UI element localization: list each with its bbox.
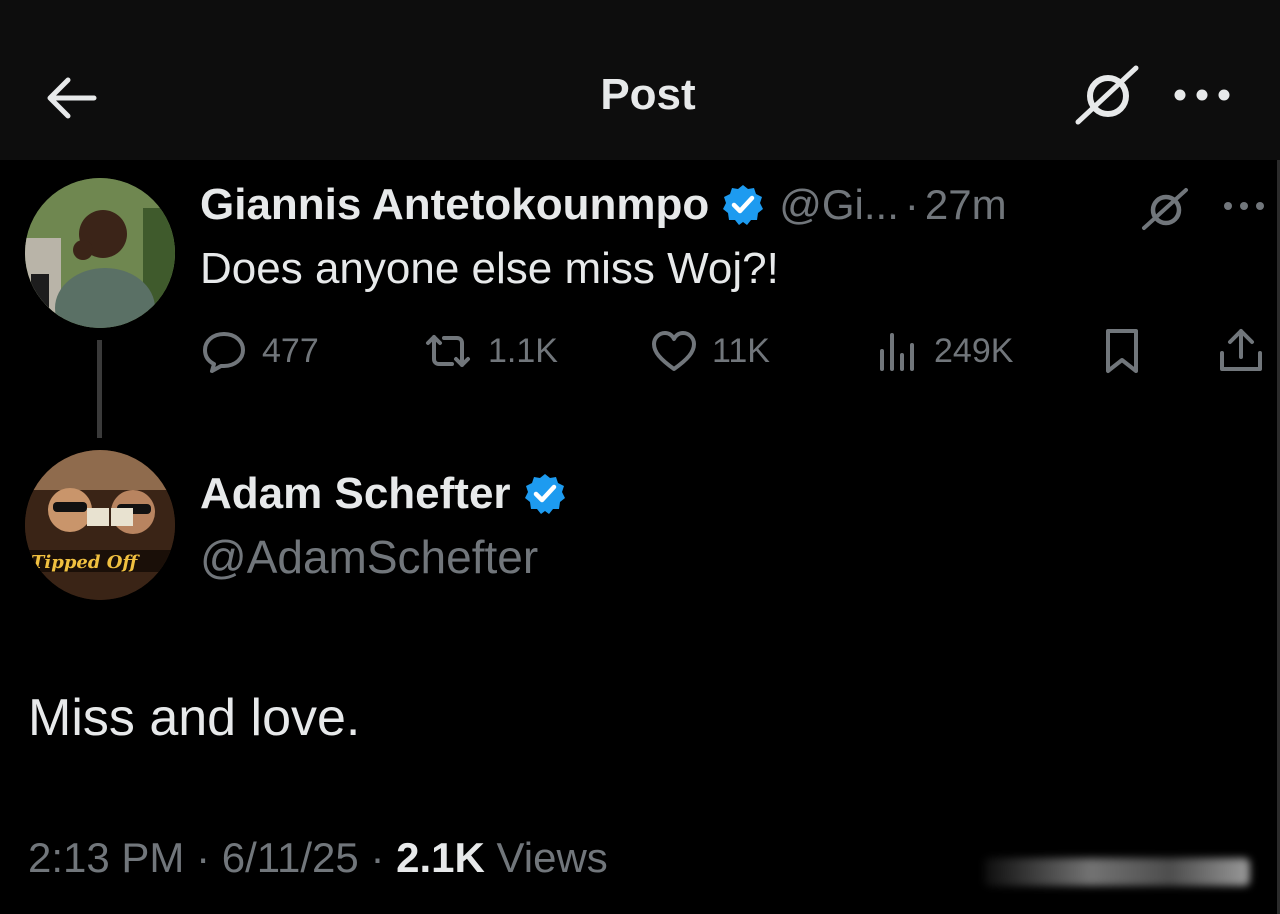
post-text: Miss and love. xyxy=(28,689,361,747)
grok-icon xyxy=(1142,188,1188,230)
handle[interactable]: @AdamSchefter xyxy=(200,530,538,584)
more-options-button[interactable] xyxy=(1170,80,1234,110)
repost-button[interactable]: 1.1K xyxy=(422,326,558,376)
display-name[interactable]: Giannis Antetokounmpo xyxy=(200,180,709,230)
views-label: Views xyxy=(496,834,608,881)
reply-icon xyxy=(203,332,245,373)
parent-post-header: Giannis Antetokounmpo @Gi... · 27m xyxy=(200,178,1007,232)
post-metadata: 2:13 PM · 6/11/25 · 2.1K Views xyxy=(28,834,608,882)
share-icon xyxy=(1220,329,1262,371)
share-button[interactable] xyxy=(1218,326,1264,376)
post-more-button[interactable] xyxy=(1220,195,1268,217)
views-count: 249K xyxy=(934,331,1014,370)
like-count: 11K xyxy=(712,331,770,370)
avatar-giannis[interactable] xyxy=(25,178,175,328)
display-name[interactable]: Adam Schefter xyxy=(200,469,511,519)
handle[interactable]: @Gi... xyxy=(779,181,899,229)
views-count[interactable]: 2.1K xyxy=(396,834,485,881)
more-horizontal-icon xyxy=(1224,202,1264,210)
verified-badge-icon xyxy=(524,474,565,514)
like-button[interactable]: 11K xyxy=(650,326,770,376)
thread-connector-line xyxy=(97,340,102,438)
avatar-photo: Tipped Off xyxy=(25,450,175,600)
verified-badge-icon xyxy=(723,185,764,225)
views-button[interactable]: 249K xyxy=(876,326,1013,376)
reply-count: 477 xyxy=(262,331,319,370)
bookmark-button[interactable] xyxy=(1100,326,1144,376)
avatar-adam-schefter[interactable]: Tipped Off xyxy=(25,450,175,600)
watermark xyxy=(984,858,1250,886)
post-time[interactable]: 27m xyxy=(925,181,1007,229)
post-date[interactable]: 6/11/25 xyxy=(222,834,359,881)
separator-dot: · xyxy=(904,181,919,228)
avatar-photo xyxy=(25,178,175,328)
svg-text:Tipped Off: Tipped Off xyxy=(31,552,140,573)
bookmark-icon xyxy=(1106,329,1138,373)
reply-button[interactable]: 477 xyxy=(200,326,319,376)
post-text: Does anyone else miss Woj?! xyxy=(200,244,779,293)
repost-icon xyxy=(426,335,470,367)
grok-button[interactable] xyxy=(1140,186,1192,232)
heart-icon xyxy=(652,331,696,371)
top-bar: Post xyxy=(0,0,1280,160)
analytics-icon xyxy=(880,333,914,371)
grok-icon xyxy=(1075,65,1139,125)
more-horizontal-icon xyxy=(1174,89,1230,101)
separator-dot: · xyxy=(370,834,385,881)
reply-post-header: Adam Schefter xyxy=(200,466,581,522)
grok-button[interactable] xyxy=(1072,62,1144,128)
separator-dot: · xyxy=(196,834,211,881)
repost-count: 1.1K xyxy=(488,331,558,370)
post-time[interactable]: 2:13 PM xyxy=(28,834,184,881)
